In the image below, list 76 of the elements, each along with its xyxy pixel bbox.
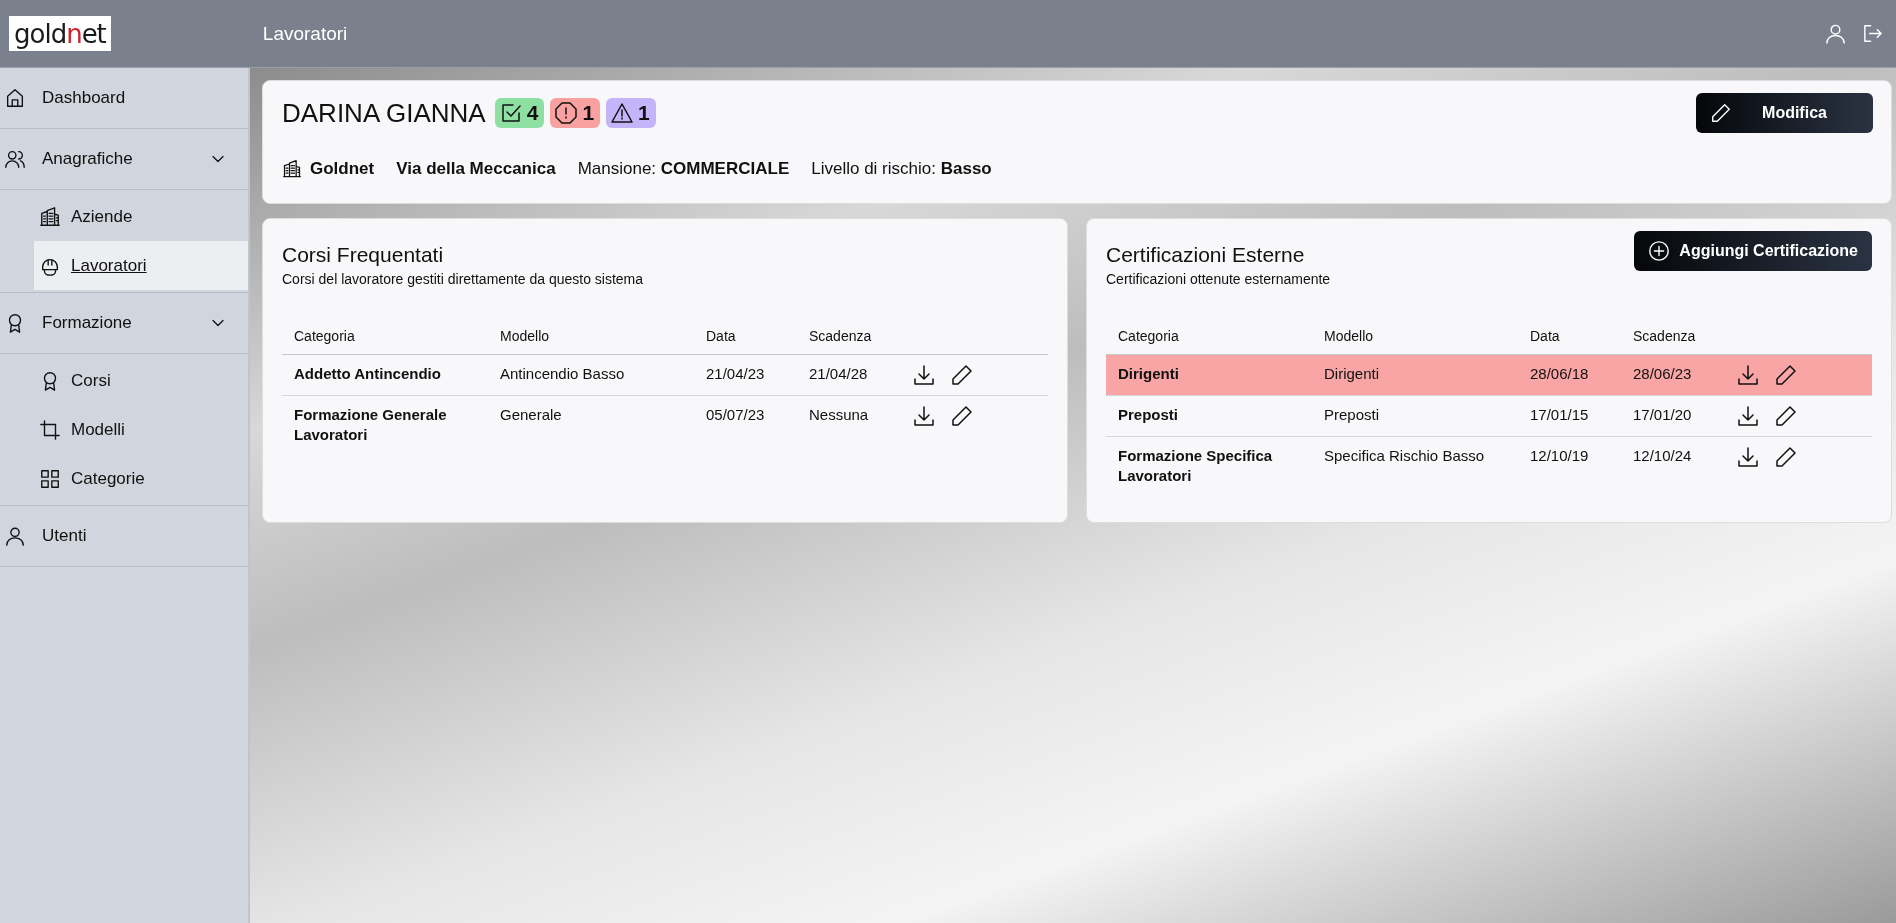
building-icon (282, 159, 302, 179)
user-icon[interactable] (1824, 22, 1847, 45)
logout-icon[interactable] (1861, 22, 1884, 45)
table-cell-text: Nessuna (808, 405, 870, 425)
panel-title: Certificazioni Esterne (1106, 243, 1306, 267)
nav-item[interactable]: Dashboard (0, 68, 248, 129)
plus-circle-icon (1648, 240, 1671, 262)
column-header: Data (705, 327, 737, 346)
download-icon[interactable] (1736, 363, 1760, 387)
pencil-icon (1710, 102, 1732, 124)
table-cell-text: 21/04/28 (808, 364, 869, 384)
download-icon[interactable] (912, 404, 936, 428)
nav-item[interactable]: Anagrafiche (0, 129, 248, 190)
column-header: Scadenza (1632, 327, 1697, 346)
nav-item[interactable]: Lavoratori (34, 241, 248, 290)
column-header: Modello (1323, 327, 1375, 346)
table-cell-text: Preposti (1117, 405, 1179, 425)
nav-item[interactable]: Formazione (0, 293, 248, 354)
column-header: Categoria (293, 327, 356, 346)
status-badge: 1 (550, 98, 601, 128)
table-cell-text: Formazione Generale Lavoratori (293, 405, 448, 445)
table-cell-text: Addetto Antincendio (293, 364, 442, 384)
role-text: Mansione: COMMERCIALE (577, 159, 790, 179)
download-icon[interactable] (1736, 404, 1760, 428)
table-cell-text: Specifica Rischio Basso (1323, 446, 1486, 466)
panel-title: Corsi Frequentati (282, 243, 445, 267)
crop-icon (39, 418, 61, 441)
table-cell-text: Dirigenti (1117, 364, 1180, 384)
nav-item[interactable]: Modelli (34, 405, 248, 454)
grid-icon (39, 467, 61, 490)
site-name: Via della Meccanica (396, 159, 556, 179)
table-cell-text: 17/01/15 (1529, 405, 1590, 425)
company-name: Goldnet (310, 159, 375, 179)
status-badge: 1 (606, 98, 656, 128)
home-icon (4, 87, 26, 109)
table-cell-text: Dirigenti (1323, 364, 1381, 384)
table-cell-text: 12/10/24 (1632, 446, 1693, 466)
pencil-icon[interactable] (950, 363, 974, 387)
user-icon (4, 525, 26, 547)
building-icon (39, 205, 61, 228)
nav-item[interactable]: Corsi (34, 356, 248, 405)
logo[interactable]: goldnet (9, 16, 111, 51)
column-header: Categoria (1117, 327, 1180, 346)
column-header: Scadenza (808, 327, 873, 346)
pencil-icon[interactable] (1774, 404, 1798, 428)
worker-name: DARINA GIANNA (282, 97, 486, 129)
nav-item[interactable]: Categorie (34, 454, 248, 503)
download-icon[interactable] (1736, 445, 1760, 469)
download-icon[interactable] (912, 363, 936, 387)
add-button[interactable]: Aggiungi Certificazione (1634, 231, 1872, 271)
table-cell-text: Antincendio Basso (499, 364, 626, 384)
column-header: Modello (499, 327, 551, 346)
table-cell-text: 12/10/19 (1529, 446, 1590, 466)
panel-subtitle: Certificazioni ottenute esternamente (1106, 271, 1332, 287)
users-icon (4, 148, 26, 170)
panel-subtitle: Corsi del lavoratore gestiti direttamente da questo sistema (282, 271, 645, 287)
table-cell-text: 28/06/18 (1529, 364, 1590, 384)
column-header: Data (1529, 327, 1561, 346)
warning-icon (610, 101, 635, 125)
risk-text: Livello di rischio: Basso (811, 159, 992, 179)
table-cell-text: Generale (499, 405, 563, 425)
status-badge: 4 (494, 98, 545, 128)
pencil-icon[interactable] (950, 404, 974, 428)
table-cell-text: Formazione Specifica Lavoratori (1117, 446, 1274, 486)
pencil-icon[interactable] (1774, 363, 1798, 387)
table-cell-text: Preposti (1323, 405, 1381, 425)
table-cell-text: 05/07/23 (705, 405, 766, 425)
nav-item[interactable]: Utenti (0, 506, 248, 567)
pencil-icon[interactable] (1774, 445, 1798, 469)
edit-button[interactable]: Modifica (1696, 93, 1873, 133)
table-cell-text: 21/04/23 (705, 364, 766, 384)
alert-octagon-icon (554, 101, 579, 125)
table-cell-text: 17/01/20 (1632, 405, 1693, 425)
page-title: Lavoratori (262, 22, 348, 45)
nav-item[interactable]: Aziende (34, 192, 248, 241)
table-cell-text: 28/06/23 (1632, 364, 1693, 384)
